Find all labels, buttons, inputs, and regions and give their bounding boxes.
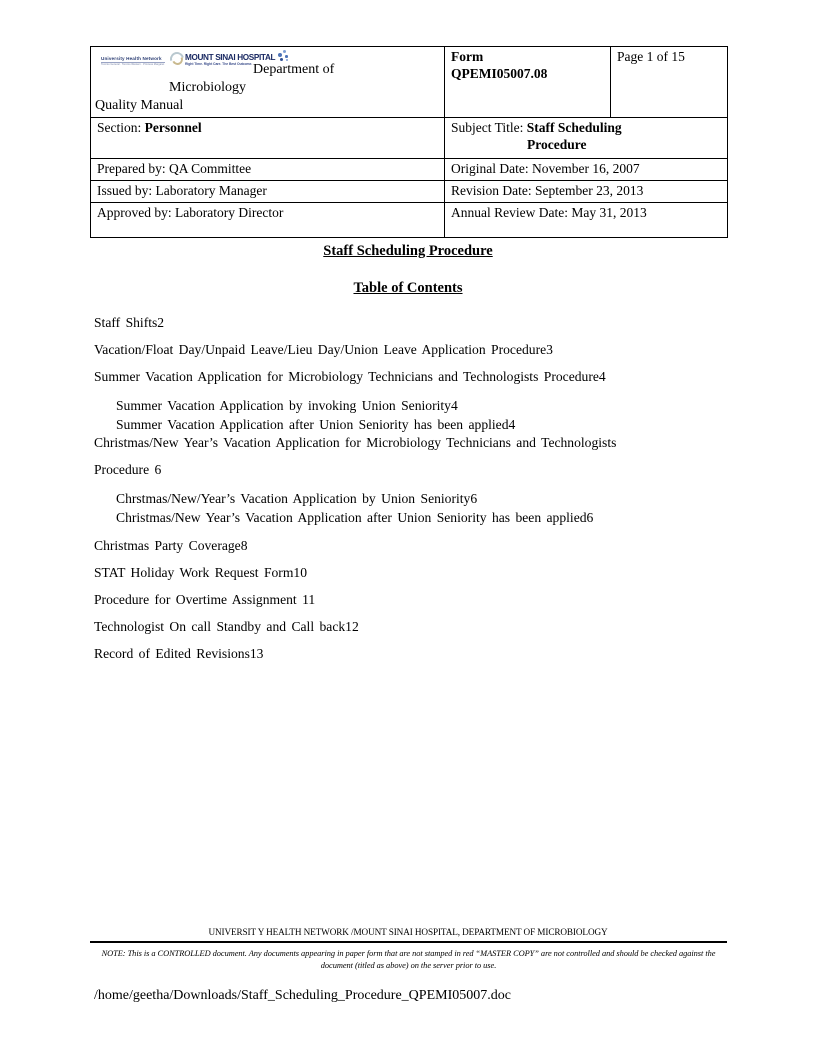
uhn-logo-name: University Health Network	[101, 56, 162, 61]
toc-entry[interactable]: Record of Edited Revisions13	[94, 646, 734, 662]
quality-manual-label: Quality Manual	[95, 98, 184, 113]
toc-entry[interactable]: Summer Vacation Application by invoking …	[116, 396, 734, 415]
footer-organization: UNIVERSIT Y HEALTH NETWORK /MOUNT SINAI …	[208, 927, 608, 937]
swirl-logo-icon	[168, 50, 184, 63]
header-cell-prepared-by: Prepared by: QA Committee	[90, 158, 445, 181]
toc-entry-text: Summer Vacation Application for Microbio…	[94, 369, 606, 385]
toc-entry[interactable]: Chrstmas/New/Year’s Vacation Application…	[116, 489, 734, 508]
header-row-prepared: Prepared by: QA Committee Original Date:…	[90, 158, 728, 181]
page-number-label: Page 1 of 15	[617, 49, 685, 64]
header-cell-form: Form QPEMI05007.08	[444, 46, 611, 118]
toc-entry[interactable]: Vacation/Float Day/Unpaid Leave/Lieu Day…	[94, 342, 734, 358]
document-header-table: University Health Network Toronto Genera…	[90, 46, 728, 238]
header-row-issued: Issued by: Laboratory Manager Revision D…	[90, 179, 728, 203]
toc-entry-text-continued: Procedure 6	[94, 461, 162, 477]
header-cell-section: Section: Personnel	[90, 117, 445, 159]
table-of-contents-title: Table of Contents	[353, 280, 463, 296]
toc-entry-text: Christmas/New Year’s Vacation Applicatio…	[116, 510, 594, 526]
toc-entry-text: Record of Edited Revisions13	[94, 646, 264, 662]
toc-entry-text: Summer Vacation Application by invoking …	[116, 398, 458, 414]
toc-entry[interactable]: Christmas Party Coverage8	[94, 538, 734, 554]
header-cell-approved-by: Approved by: Laboratory Director	[90, 201, 445, 238]
subject-label: Subject Title:	[451, 120, 524, 135]
document-page: University Health Network Toronto Genera…	[0, 0, 816, 1056]
form-label: Form	[451, 49, 484, 64]
header-cell-revision-date: Revision Date: September 23, 2013	[444, 179, 728, 203]
toc-entry-text: Christmas/New Year’s Vacation Applicatio…	[94, 434, 617, 450]
section-label: Section:	[97, 120, 142, 135]
toc-entry[interactable]: Technologist On call Standby and Call ba…	[94, 619, 734, 635]
header-row-approved: Approved by: Laboratory Director Annual …	[90, 201, 728, 238]
header-cell-department: University Health Network Toronto Genera…	[90, 46, 445, 118]
subject-value-line1: Staff Scheduling	[526, 120, 622, 135]
toc-entry-text: Procedure for Overtime Assignment 11	[94, 592, 316, 608]
toc-entry-text: Technologist On call Standby and Call ba…	[94, 619, 359, 635]
toc-entry[interactable]: Christmas/New Year’s Vacation Applicatio…	[116, 508, 734, 527]
toc-entry-text: Staff Shifts2	[94, 315, 165, 330]
toc-entry[interactable]: Staff Shifts2	[94, 315, 734, 331]
form-number: QPEMI05007.08	[451, 65, 548, 81]
uhn-logo-mark: University Health Network Toronto Genera…	[101, 56, 167, 66]
toc-entry-text: Chrstmas/New/Year’s Vacation Application…	[116, 490, 478, 506]
toc-entry-text: Summer Vacation Application after Union …	[116, 417, 516, 433]
department-label: Department of	[253, 62, 335, 77]
toc-entry[interactable]: STAT Holiday Work Request Form10	[94, 565, 734, 581]
subject-value-line2: Procedure	[527, 136, 587, 152]
header-row-title: University Health Network Toronto Genera…	[90, 46, 728, 118]
toc-entry[interactable]: Christmas/New Year’s Vacation Applicatio…	[94, 435, 734, 478]
header-row-section: Section: Personnel Subject Title: Staff …	[90, 117, 728, 159]
header-cell-issued-by: Issued by: Laboratory Manager	[90, 179, 445, 203]
department-name: Microbiology	[169, 80, 246, 95]
toc-entry[interactable]: Summer Vacation Application for Microbio…	[94, 369, 734, 385]
toc-entry-text: STAT Holiday Work Request Form10	[94, 565, 307, 581]
header-cell-original-date: Original Date: November 16, 2007	[444, 158, 728, 181]
toc-entry[interactable]: Procedure for Overtime Assignment 11	[94, 592, 734, 608]
header-cell-annual-review-date: Annual Review Date: May 31, 2013	[444, 201, 728, 238]
footer-note: NOTE: This is a CONTROLLED document. Any…	[100, 948, 717, 972]
footer-divider	[90, 941, 727, 943]
uhn-logo-tagline: Toronto General · Toronto Western · Prin…	[101, 62, 165, 66]
toc-entry-text: Vacation/Float Day/Unpaid Leave/Lieu Day…	[94, 342, 553, 358]
file-path: /home/geetha/Downloads/Staff_Scheduling_…	[94, 988, 511, 1003]
section-value: Personnel	[144, 120, 202, 135]
table-of-contents: Staff Shifts2 Vacation/Float Day/Unpaid …	[94, 315, 734, 674]
toc-entry[interactable]: Summer Vacation Application after Union …	[116, 415, 734, 434]
footer-note-line1: NOTE: This is a CONTROLLED document. Any…	[101, 949, 565, 958]
header-cell-subject: Subject Title: Staff Scheduling Procedur…	[444, 117, 728, 159]
header-cell-page: Page 1 of 15	[610, 46, 728, 118]
toc-entry-text: Christmas Party Coverage8	[94, 538, 248, 554]
page-title: Staff Scheduling Procedure	[323, 243, 493, 259]
